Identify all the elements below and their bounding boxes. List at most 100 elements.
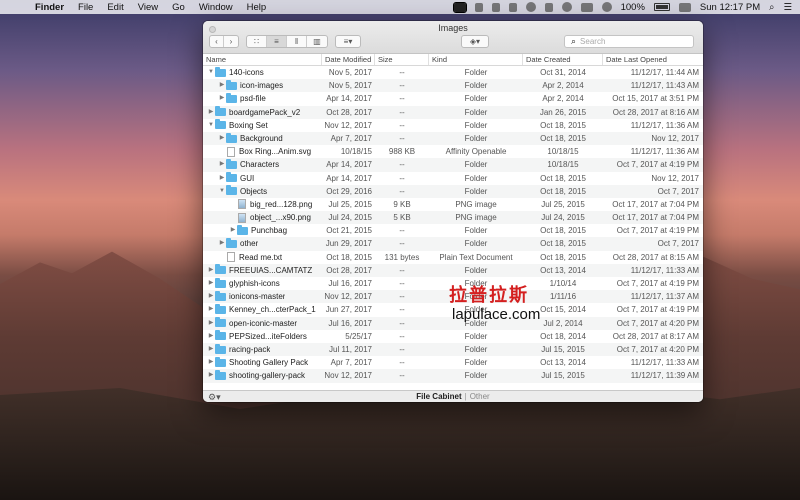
date-opened-cell: Oct 7, 2017 at 4:19 PM bbox=[616, 226, 699, 236]
column-date-created[interactable]: Date Created bbox=[523, 54, 603, 65]
list-view-button[interactable]: ≡ bbox=[267, 36, 287, 47]
menu-window[interactable]: Window bbox=[199, 2, 233, 13]
column-name[interactable]: Name bbox=[203, 54, 322, 65]
gallery-view-button[interactable]: ▥ bbox=[307, 36, 327, 47]
battery-percent[interactable]: 100% bbox=[621, 2, 645, 13]
date-modified-cell: Jul 16, 2017 bbox=[328, 318, 372, 328]
table-row[interactable]: ▶ psd-file Apr 14, 2017 -- Folder Apr 2, 2014… bbox=[203, 92, 703, 105]
table-row[interactable]: ▶ Background Apr 7, 2017 -- Folder Oct 18, 20… bbox=[203, 131, 703, 146]
kind-cell: Folder bbox=[464, 94, 488, 104]
kind-cell: Folder bbox=[464, 226, 488, 236]
menu-app-name[interactable]: Finder bbox=[35, 2, 64, 13]
name-cell: ▶ Shooting Gallery Pack bbox=[203, 356, 322, 369]
disclosure-closed-icon[interactable]: ▶ bbox=[218, 237, 226, 250]
menu-help[interactable]: Help bbox=[247, 2, 267, 13]
table-row[interactable]: Read me.txt Oct 18, 2015 131 bytes Plain Te… bbox=[203, 251, 703, 264]
item-name: other bbox=[240, 239, 259, 249]
table-row[interactable]: ▶ boardgamePack_v2 Oct 28, 2017 -- Folder Jan… bbox=[203, 105, 703, 119]
size-cell: -- bbox=[399, 120, 405, 130]
wifi-icon[interactable] bbox=[601, 2, 612, 12]
table-row[interactable]: ▶ other Jun 29, 2017 -- Folder Oct 18, 2015 Oc… bbox=[203, 237, 703, 251]
disclosure-closed-icon[interactable]: ▶ bbox=[207, 343, 215, 356]
menu-clock[interactable]: Sun 12:17 PM bbox=[700, 2, 760, 13]
table-row[interactable]: big_red...128.png Jul 25, 2015 9 KB PNG ima… bbox=[203, 198, 703, 211]
table-row[interactable]: object_...x90.png Jul 24, 2015 5 KB PNG ima… bbox=[203, 211, 703, 225]
item-name: Shooting Gallery Pack bbox=[229, 358, 309, 368]
date-created-cell: Oct 31, 2014 bbox=[540, 68, 586, 77]
sync-icon[interactable] bbox=[525, 2, 536, 12]
status-icon-2[interactable] bbox=[491, 2, 500, 12]
menu-file[interactable]: File bbox=[78, 2, 93, 13]
kind-cell: Folder bbox=[464, 265, 488, 275]
forward-button[interactable]: › bbox=[224, 36, 238, 47]
tab-other[interactable]: Other bbox=[470, 392, 490, 401]
disclosure-open-icon[interactable]: ▼ bbox=[218, 185, 226, 198]
table-row[interactable]: ▶ GUI Apr 14, 2017 -- Folder Oct 18, 2015 Nov … bbox=[203, 172, 703, 185]
disclosure-closed-icon[interactable]: ▶ bbox=[207, 277, 215, 290]
column-date-modified[interactable]: Date Modified bbox=[322, 54, 375, 65]
date-created-cell: 1/11/16 bbox=[549, 292, 577, 302]
search-input[interactable] bbox=[580, 37, 681, 46]
search-field[interactable]: ⌕ bbox=[564, 35, 694, 48]
table-row[interactable]: ▶ Shooting Gallery Pack Apr 7, 2017 -- Folde… bbox=[203, 356, 703, 369]
disclosure-closed-icon[interactable]: ▶ bbox=[207, 264, 215, 277]
keyboard-icon[interactable] bbox=[678, 2, 691, 12]
column-view-button[interactable]: ‖ bbox=[287, 36, 307, 47]
time-machine-icon[interactable] bbox=[561, 2, 572, 12]
disclosure-closed-icon[interactable]: ▶ bbox=[207, 317, 215, 330]
back-button[interactable]: ‹ bbox=[210, 36, 224, 47]
disclosure-closed-icon[interactable]: ▶ bbox=[218, 79, 226, 92]
column-size[interactable]: Size bbox=[375, 54, 429, 65]
file-cabinet-status-icon[interactable] bbox=[452, 1, 467, 13]
table-row[interactable]: BlurredElCapitan Jan 14, 20164.1 MBPNG im… bbox=[203, 383, 703, 385]
disclosure-closed-icon[interactable]: ▶ bbox=[218, 172, 226, 185]
spotlight-icon[interactable]: ⌕ bbox=[769, 2, 774, 13]
date-modified-cell: Oct 29, 2016 bbox=[326, 186, 372, 196]
battery-icon[interactable] bbox=[653, 3, 670, 11]
column-kind[interactable]: Kind bbox=[429, 54, 523, 65]
status-icon-1[interactable] bbox=[474, 2, 483, 12]
image-file-icon bbox=[238, 212, 246, 223]
disclosure-closed-icon[interactable]: ▶ bbox=[207, 106, 215, 119]
table-row[interactable]: Box Ring...Anim.svg 10/18/15 988 KB Affinit… bbox=[203, 145, 703, 158]
table-row[interactable]: ▶ icon-images Nov 5, 2017 -- Folder Apr 2, 20… bbox=[203, 79, 703, 93]
menu-view[interactable]: View bbox=[138, 2, 158, 13]
tab-file-cabinet[interactable]: File Cabinet bbox=[416, 392, 461, 401]
table-row[interactable]: ▶ Characters Apr 14, 2017 -- Folder 10/18/15 O… bbox=[203, 158, 703, 172]
table-row[interactable]: ▶ PEPSized...iteFolders 5/25/17 -- Folder Oct… bbox=[203, 330, 703, 343]
table-row[interactable]: ▶ shooting-gallery-pack Nov 12, 2017 -- Fold… bbox=[203, 369, 703, 383]
table-row[interactable]: ▼ Objects Oct 29, 2016 -- Folder Oct 18, 2015… bbox=[203, 184, 703, 198]
disclosure-closed-icon[interactable]: ▶ bbox=[218, 92, 226, 105]
disclosure-closed-icon[interactable]: ▶ bbox=[207, 330, 215, 343]
table-row[interactable]: ▼ Boxing Set Nov 12, 2017 -- Folder Oct 18, 2… bbox=[203, 119, 703, 132]
date-opened-cell: Oct 15, 2017 at 3:51 PM bbox=[612, 94, 699, 104]
disclosure-closed-icon[interactable]: ▶ bbox=[207, 303, 215, 316]
table-row[interactable]: ▶ FREEUIAS...CAMTATZ Oct 28, 2017 -- Folder O… bbox=[203, 263, 703, 277]
table-row[interactable]: ▶ Punchbag Oct 21, 2015 -- Folder Oct 18, 201… bbox=[203, 224, 703, 237]
icon-view-button[interactable]: ∷ bbox=[247, 36, 267, 47]
item-name: PEPSized...iteFolders bbox=[229, 331, 307, 341]
disclosure-closed-icon[interactable]: ▶ bbox=[218, 158, 226, 171]
disclosure-closed-icon[interactable]: ▶ bbox=[207, 290, 215, 303]
disclosure-open-icon[interactable]: ▼ bbox=[207, 66, 215, 79]
bottom-bar: ⚙▾ File Cabinet | Other bbox=[203, 390, 703, 402]
name-cell: ▶ icon-images bbox=[203, 79, 322, 92]
arrange-button[interactable]: ≡▾ bbox=[335, 35, 361, 48]
table-row[interactable]: ▼ 140-icons Nov 5, 2017 -- Folder Oct 31, 201… bbox=[203, 66, 703, 79]
table-row[interactable]: ▶ racing-pack Jul 11, 2017 -- Folder Jul 15, … bbox=[203, 342, 703, 357]
notification-center-icon[interactable]: ☰ bbox=[783, 2, 792, 13]
disclosure-closed-icon[interactable]: ▶ bbox=[229, 224, 237, 237]
gear-icon[interactable]: ⚙▾ bbox=[208, 392, 221, 402]
menu-edit[interactable]: Edit bbox=[107, 2, 123, 13]
lock-icon[interactable] bbox=[544, 2, 553, 12]
kind-cell: Folder bbox=[464, 239, 488, 249]
disclosure-closed-icon[interactable]: ▶ bbox=[207, 369, 215, 382]
menu-go[interactable]: Go bbox=[172, 2, 185, 13]
column-date-last-opened[interactable]: Date Last Opened bbox=[603, 54, 703, 65]
bluetooth-icon[interactable] bbox=[508, 2, 517, 12]
disclosure-open-icon[interactable]: ▼ bbox=[207, 119, 215, 132]
disclosure-closed-icon[interactable]: ▶ bbox=[218, 132, 226, 145]
disclosure-closed-icon[interactable]: ▶ bbox=[207, 356, 215, 369]
airplay-icon[interactable] bbox=[580, 2, 593, 12]
layers-menu-button[interactable]: ◈▾ bbox=[461, 35, 489, 48]
